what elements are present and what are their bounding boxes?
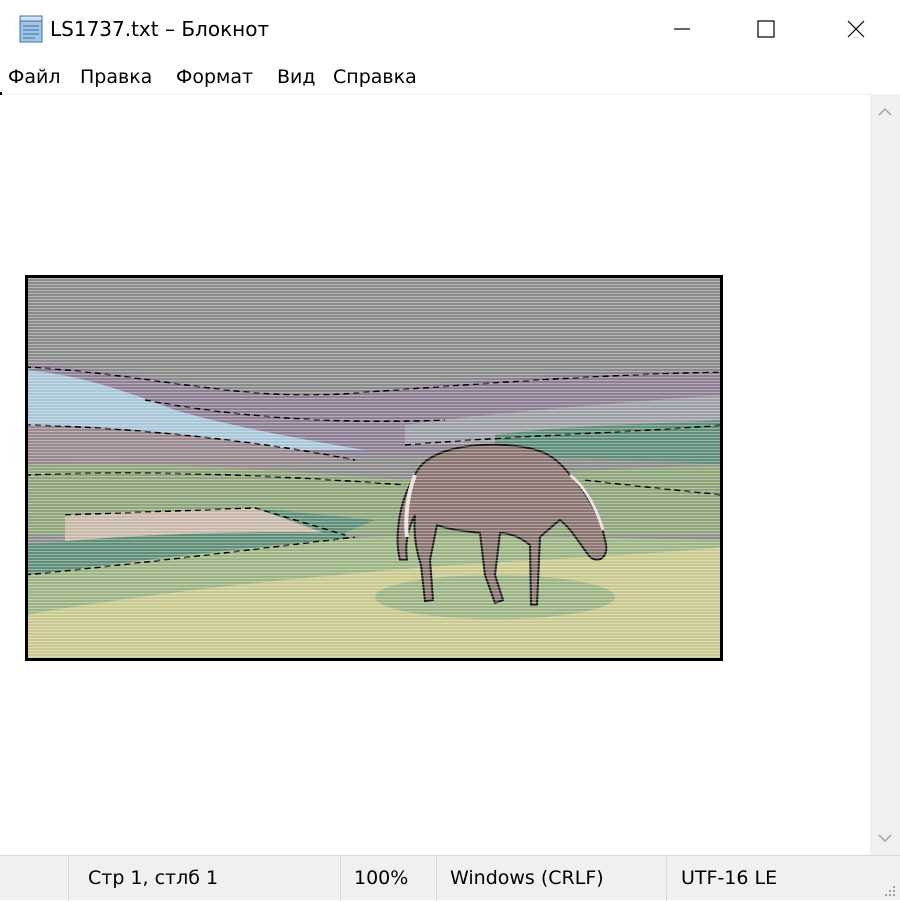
scroll-up-button[interactable] — [870, 95, 900, 129]
ascii-art-horse — [25, 275, 723, 661]
close-icon — [847, 20, 865, 38]
title-bar[interactable]: LS1737.txt – Блокнот — [0, 0, 900, 58]
status-divider — [666, 856, 667, 901]
menu-format[interactable]: Формат — [176, 65, 253, 89]
chevron-down-icon — [878, 834, 892, 843]
status-zoom: 100% — [354, 867, 409, 889]
menu-edit[interactable]: Правка — [80, 65, 152, 89]
text-editor[interactable] — [0, 95, 870, 855]
status-divider — [436, 856, 437, 901]
status-position: Стр 1, стлб 1 — [88, 867, 219, 889]
notepad-icon — [17, 14, 45, 44]
maximize-button[interactable] — [736, 0, 796, 58]
window-title: LS1737.txt – Блокнот — [50, 17, 270, 41]
menu-bar: Файл Правка Формат Вид Справка — [0, 58, 900, 94]
menu-view[interactable]: Вид — [277, 65, 316, 89]
status-divider — [68, 856, 69, 901]
vertical-scrollbar[interactable] — [870, 95, 900, 855]
minimize-button[interactable] — [652, 0, 712, 58]
maximize-icon — [757, 20, 775, 38]
status-bar: Стр 1, стлб 1 100% Windows (CRLF) UTF-16… — [0, 855, 900, 901]
chevron-up-icon — [878, 107, 892, 116]
minimize-icon — [674, 28, 690, 30]
menu-file[interactable]: Файл — [8, 65, 61, 89]
menu-help[interactable]: Справка — [333, 65, 417, 89]
scroll-down-button[interactable] — [870, 821, 900, 855]
status-line-endings: Windows (CRLF) — [450, 867, 604, 889]
resize-grip-icon[interactable] — [882, 882, 896, 896]
close-button[interactable] — [826, 0, 886, 58]
status-encoding: UTF-16 LE — [681, 867, 778, 889]
status-divider — [340, 856, 341, 901]
